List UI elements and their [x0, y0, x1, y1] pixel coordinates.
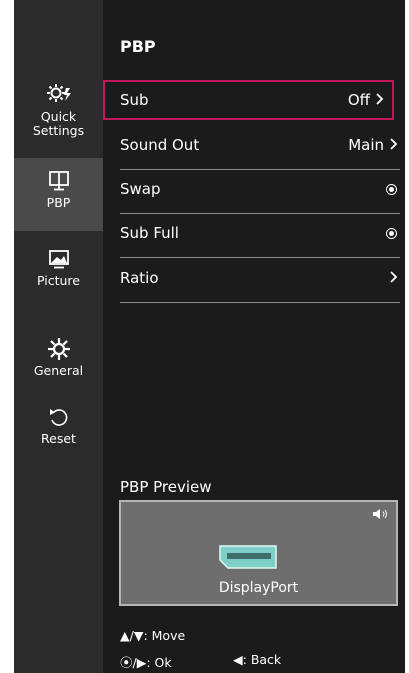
menu-item-label: Sub [120, 91, 149, 109]
main-panel: PBP Sub Off Sound Out Main Swap Sub Full… [103, 0, 405, 673]
divider [120, 169, 400, 170]
sidebar-item-label: Picture [37, 273, 80, 288]
chevron-right-icon [390, 271, 398, 283]
displayport-icon [219, 545, 277, 569]
chevron-right-icon [390, 138, 398, 150]
footer-ok: ⦿/▶: Ok [120, 652, 172, 671]
divider [120, 213, 400, 214]
picture-icon [48, 250, 69, 269]
footer-back: ◀: Back [233, 652, 281, 667]
footer-ok-label: Ok [154, 655, 172, 670]
chevron-right-icon [376, 93, 384, 105]
reset-icon [49, 409, 67, 426]
menu-item-ratio[interactable]: Ratio [120, 260, 400, 303]
radio-icon[interactable] [386, 184, 397, 195]
menu-item-label: Sound Out [120, 136, 200, 154]
quick-settings-icon [46, 84, 71, 102]
pbp-preview: DisplayPort [119, 500, 398, 606]
footer-move: ▲/▼: Move [120, 628, 185, 643]
sidebar-item-label-2: Settings [32, 123, 85, 138]
menu-item-sub[interactable]: Sub Off [103, 80, 394, 120]
sidebar-item-label: General [33, 363, 84, 378]
sidebar-item-reset[interactable]: Reset [14, 406, 103, 456]
sidebar: Quick Settings PBP Picture General Reset [14, 0, 103, 673]
left-icon: ◀: [233, 652, 247, 667]
footer-back-label: Back [250, 652, 282, 667]
preview-label: PBP Preview [120, 478, 212, 496]
menu-item-sub-full[interactable]: Sub Full [120, 215, 400, 258]
menu-item-label: Swap [120, 180, 161, 198]
sidebar-item-pbp[interactable]: PBP [14, 158, 103, 231]
pbp-icon [48, 171, 69, 191]
preview-source-label: DisplayPort [218, 580, 299, 596]
sidebar-item-picture[interactable]: Picture [14, 248, 103, 308]
speaker-icon [373, 509, 387, 519]
page-title: PBP [120, 37, 156, 56]
sidebar-item-label: Quick [40, 109, 77, 124]
menu-item-value: Off [347, 91, 370, 109]
sidebar-item-quick-settings[interactable]: Quick Settings [14, 82, 103, 158]
menu-item-label: Ratio [120, 269, 159, 287]
divider [120, 257, 400, 258]
up-down-icon: ▲/▼: [120, 628, 148, 643]
sidebar-item-label: PBP [46, 195, 71, 210]
footer-move-label: Move [151, 628, 186, 643]
menu-item-label: Sub Full [120, 224, 179, 242]
menu-item-swap[interactable]: Swap [120, 171, 400, 214]
sidebar-item-general[interactable]: General [14, 336, 103, 396]
ok-right-icon: ⦿/▶: [120, 655, 151, 670]
menu-item-value: Main [348, 136, 384, 154]
menu-item-sound-out[interactable]: Sound Out Main [120, 127, 400, 170]
radio-icon[interactable] [386, 228, 397, 239]
sidebar-item-label: Reset [41, 431, 76, 446]
divider [120, 302, 400, 303]
gear-icon [47, 338, 70, 360]
